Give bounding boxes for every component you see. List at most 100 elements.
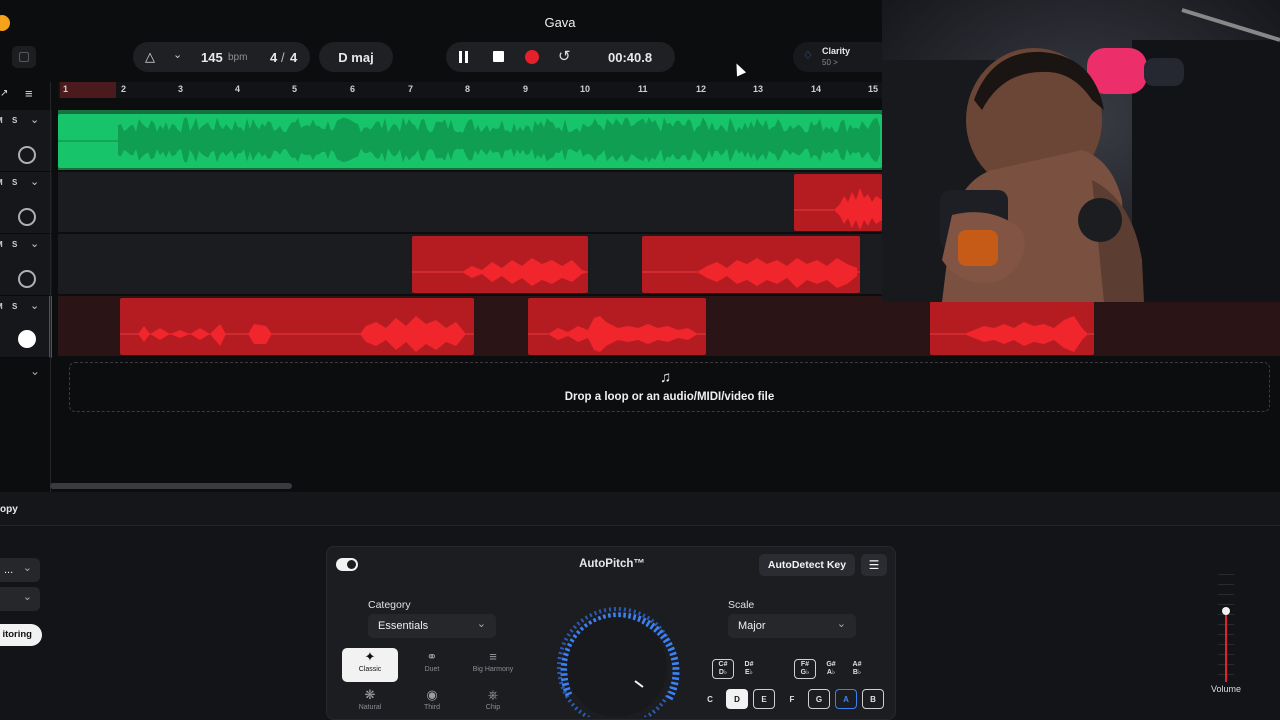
audio-clip[interactable] (528, 298, 706, 355)
sparkle-icon: ✦ (364, 649, 376, 664)
key-b[interactable]: B (862, 689, 884, 709)
key-label: E♭ (745, 669, 753, 676)
key-d[interactable]: D (726, 689, 748, 709)
key-label: F# (800, 661, 810, 668)
pause-button[interactable] (459, 51, 469, 63)
drop-zone[interactable]: ♫ Drop a loop or an audio/MIDI/video fil… (69, 362, 1270, 412)
volume-knob[interactable] (18, 270, 36, 288)
key-a-sharp[interactable]: A# B♭ (846, 659, 868, 679)
loop-region-marker[interactable] (60, 82, 116, 98)
category-third[interactable]: ◉ Third (404, 686, 460, 720)
chevron-down-icon[interactable]: ⌄ (30, 299, 39, 312)
volume-knob[interactable] (18, 146, 36, 164)
audio-clip[interactable] (120, 298, 474, 355)
clarity-pill[interactable]: ♢ Clarity 50 > (793, 42, 893, 72)
key-f-sharp[interactable]: F# G♭ (794, 659, 816, 679)
waveform (930, 316, 1094, 352)
key-label: G♭ (800, 669, 810, 676)
audio-clip[interactable] (794, 174, 882, 231)
clarity-label: Clarity (822, 46, 851, 56)
key-c[interactable]: C (699, 689, 721, 709)
duet-icon: ⚭ (426, 649, 438, 664)
bpm-value[interactable]: 145 (201, 50, 223, 65)
autodetect-key-button[interactable]: AutoDetect Key (759, 554, 855, 576)
category-chip[interactable]: ⎈ Chip (465, 686, 521, 720)
category-natural[interactable]: ❋ Natural (342, 686, 398, 720)
key-a[interactable]: A (835, 689, 857, 709)
chevron-down-icon[interactable]: ⌄ (30, 113, 39, 126)
horizontal-scrollbar[interactable] (50, 483, 292, 489)
chevron-down-icon[interactable]: ⌄ (30, 237, 39, 250)
category-classic[interactable]: ✦ Classic (342, 648, 398, 682)
output-select[interactable]: ⌄ (0, 587, 40, 611)
mute-button[interactable]: M (0, 178, 3, 187)
chevron-down-icon[interactable]: ⌄ (30, 364, 40, 378)
record-button[interactable] (525, 50, 539, 64)
time-signature-denominator[interactable]: 4 (290, 50, 297, 65)
category-duet[interactable]: ⚭ Duet (404, 648, 460, 682)
monitoring-button[interactable]: itoring (0, 624, 42, 646)
solo-button[interactable]: S (12, 302, 17, 311)
track-lane-selected[interactable] (58, 296, 1280, 357)
bar-number: 15 (868, 84, 879, 94)
track-header[interactable]: M S ⌄ (0, 172, 52, 234)
key-d-sharp[interactable]: D# E♭ (738, 659, 760, 679)
track-lane[interactable] (58, 234, 882, 295)
clarity-value: 50 > (822, 58, 838, 67)
chevron-down-icon: ⌄ (836, 618, 846, 630)
audio-clip[interactable] (642, 236, 860, 293)
track-header[interactable]: M S ⌄ (0, 234, 52, 296)
stop-button[interactable] (493, 51, 504, 62)
settings-sliders-icon[interactable]: ☰ (861, 554, 887, 576)
track-lane[interactable] (58, 172, 882, 233)
category-big-harmony[interactable]: ≡ Big Harmony (465, 648, 521, 682)
volume-knob[interactable] (18, 208, 36, 226)
volume-handle[interactable] (1222, 607, 1230, 615)
audio-clip[interactable] (930, 298, 1094, 355)
key-pill[interactable]: D maj (319, 42, 393, 72)
tool-icon[interactable]: ↗ (0, 88, 8, 99)
chevron-down-icon: ⌄ (22, 562, 32, 574)
category-select[interactable]: Essentials ⌄ (368, 614, 496, 638)
scale-select[interactable]: Major ⌄ (728, 614, 856, 638)
track-header-selected[interactable]: M S ⌄ (0, 296, 52, 358)
loop-button[interactable]: ↺ (558, 47, 571, 65)
panel-toggle-icon[interactable] (12, 46, 36, 68)
key-e[interactable]: E (753, 689, 775, 709)
snap-icon[interactable]: ≡ (25, 86, 33, 101)
key-g-sharp[interactable]: G# A♭ (820, 659, 842, 679)
waveform (120, 316, 474, 352)
chevron-down-icon[interactable]: ⌄ (30, 175, 39, 188)
volume-label: Volume (1210, 684, 1242, 694)
mute-button[interactable]: M (0, 116, 3, 125)
bar-number: 6 (350, 84, 356, 94)
key-c-sharp[interactable]: C# D♭ (712, 659, 734, 679)
time-signature-numerator[interactable]: 4 (270, 50, 277, 65)
track-header[interactable]: M S ⌄ (0, 110, 52, 172)
category-duet-label: Duet (424, 666, 440, 673)
category-classic-label: Classic (358, 666, 382, 673)
key-label: D# (744, 661, 754, 668)
timeline-ruler[interactable]: 1 2 3 4 5 6 7 8 9 10 11 12 13 14 15 (58, 82, 882, 98)
key-f[interactable]: F (781, 689, 803, 709)
chevron-down-icon[interactable]: ⌄ (173, 48, 182, 61)
waveform (412, 258, 588, 286)
track-lane[interactable] (58, 110, 882, 171)
volume-fader[interactable] (1206, 574, 1246, 684)
solo-button[interactable]: S (12, 240, 17, 249)
solo-button[interactable]: S (12, 116, 17, 125)
audio-clip[interactable] (58, 114, 882, 168)
key-g[interactable]: G (808, 689, 830, 709)
solo-button[interactable]: S (12, 178, 17, 187)
metronome-icon[interactable]: △ (145, 49, 155, 65)
pitch-amount-knob[interactable] (553, 605, 681, 720)
bar-number: 11 (638, 84, 648, 94)
volume-knob[interactable] (18, 330, 36, 348)
category-natural-label: Natural (358, 704, 382, 711)
mute-button[interactable]: M (0, 240, 3, 249)
input-select[interactable]: ... ⌄ (0, 558, 40, 582)
mute-button[interactable]: M (0, 302, 3, 311)
audio-clip[interactable] (412, 236, 588, 293)
time-display: 00:40.8 (608, 50, 653, 65)
key-value: D maj (338, 49, 374, 65)
